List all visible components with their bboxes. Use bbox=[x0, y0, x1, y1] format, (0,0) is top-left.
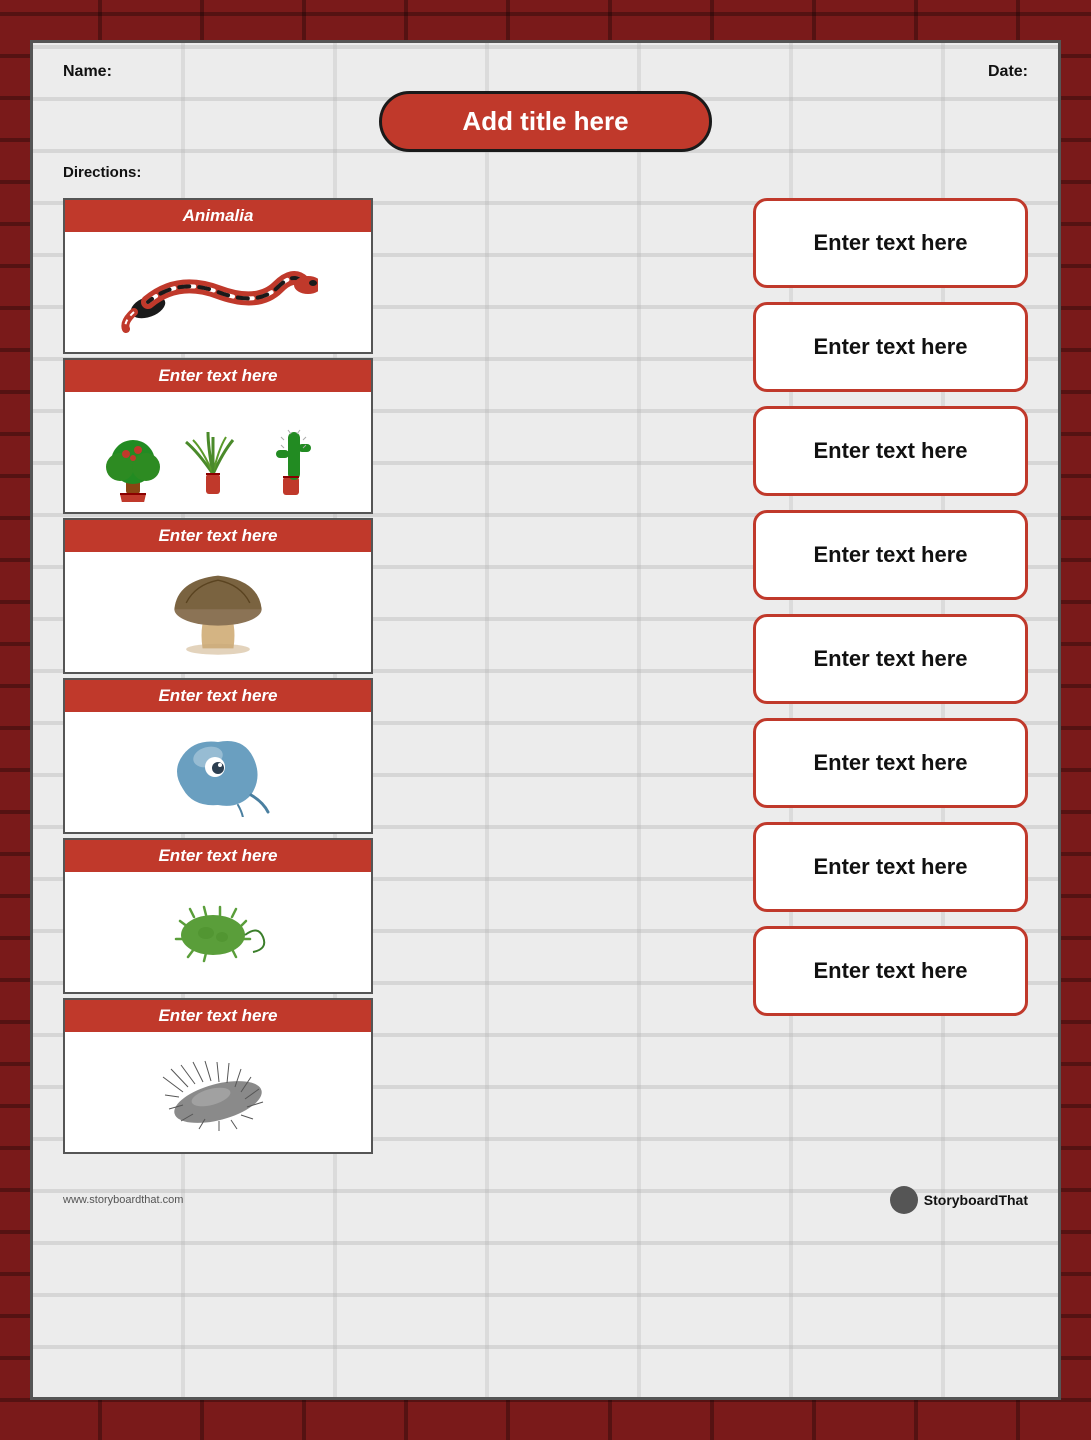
card-plants-header[interactable]: Enter text here bbox=[65, 360, 371, 392]
middle-column bbox=[393, 198, 733, 1158]
card-mushroom: Enter text here bbox=[63, 518, 373, 674]
title-pill[interactable]: Add title here bbox=[379, 91, 711, 152]
card-microbe: Enter text here bbox=[63, 998, 373, 1154]
footer-brand-name: StoryboardThat bbox=[924, 1192, 1028, 1208]
footer-row: www.storyboardthat.com StoryboardThat bbox=[63, 1178, 1028, 1214]
storyboardthat-icon bbox=[890, 1186, 918, 1214]
card-bacteria: Enter text here bbox=[63, 838, 373, 994]
card-animalia-header: Animalia bbox=[65, 200, 371, 232]
card-blob: Enter text here bbox=[63, 678, 373, 834]
card-plants-image bbox=[65, 392, 371, 512]
card-blob-header[interactable]: Enter text here bbox=[65, 680, 371, 712]
card-blob-image bbox=[65, 712, 371, 832]
text-box-6[interactable]: Enter text here bbox=[753, 718, 1028, 808]
card-mushroom-header[interactable]: Enter text here bbox=[65, 520, 371, 552]
page-wrapper: Name: Date: Add title here Directions: A… bbox=[0, 0, 1091, 1440]
card-bacteria-image bbox=[65, 872, 371, 992]
name-label: Name: bbox=[63, 63, 112, 81]
text-box-1[interactable]: Enter text here bbox=[753, 198, 1028, 288]
directions-row: Directions: bbox=[63, 164, 1028, 182]
card-animalia-image bbox=[65, 232, 371, 352]
card-microbe-header[interactable]: Enter text here bbox=[65, 1000, 371, 1032]
text-box-5[interactable]: Enter text here bbox=[753, 614, 1028, 704]
card-microbe-image bbox=[65, 1032, 371, 1152]
page-inner: Name: Date: Add title here Directions: A… bbox=[30, 40, 1061, 1400]
directions-label: Directions: bbox=[63, 164, 141, 181]
text-box-8[interactable]: Enter text here bbox=[753, 926, 1028, 1016]
title-container: Add title here bbox=[63, 91, 1028, 152]
footer-brand: StoryboardThat bbox=[890, 1186, 1028, 1214]
date-label: Date: bbox=[988, 63, 1028, 81]
card-bacteria-header[interactable]: Enter text here bbox=[65, 840, 371, 872]
left-column: Animalia bbox=[63, 198, 373, 1158]
card-mushroom-image bbox=[65, 552, 371, 672]
text-box-7[interactable]: Enter text here bbox=[753, 822, 1028, 912]
content-area: Animalia bbox=[63, 198, 1028, 1158]
text-box-4[interactable]: Enter text here bbox=[753, 510, 1028, 600]
text-box-2[interactable]: Enter text here bbox=[753, 302, 1028, 392]
header-row: Name: Date: bbox=[63, 63, 1028, 81]
right-column: Enter text here Enter text here Enter te… bbox=[753, 198, 1028, 1158]
card-plants: Enter text here bbox=[63, 358, 373, 514]
text-box-3[interactable]: Enter text here bbox=[753, 406, 1028, 496]
card-animalia: Animalia bbox=[63, 198, 373, 354]
footer-url: www.storyboardthat.com bbox=[63, 1194, 183, 1206]
